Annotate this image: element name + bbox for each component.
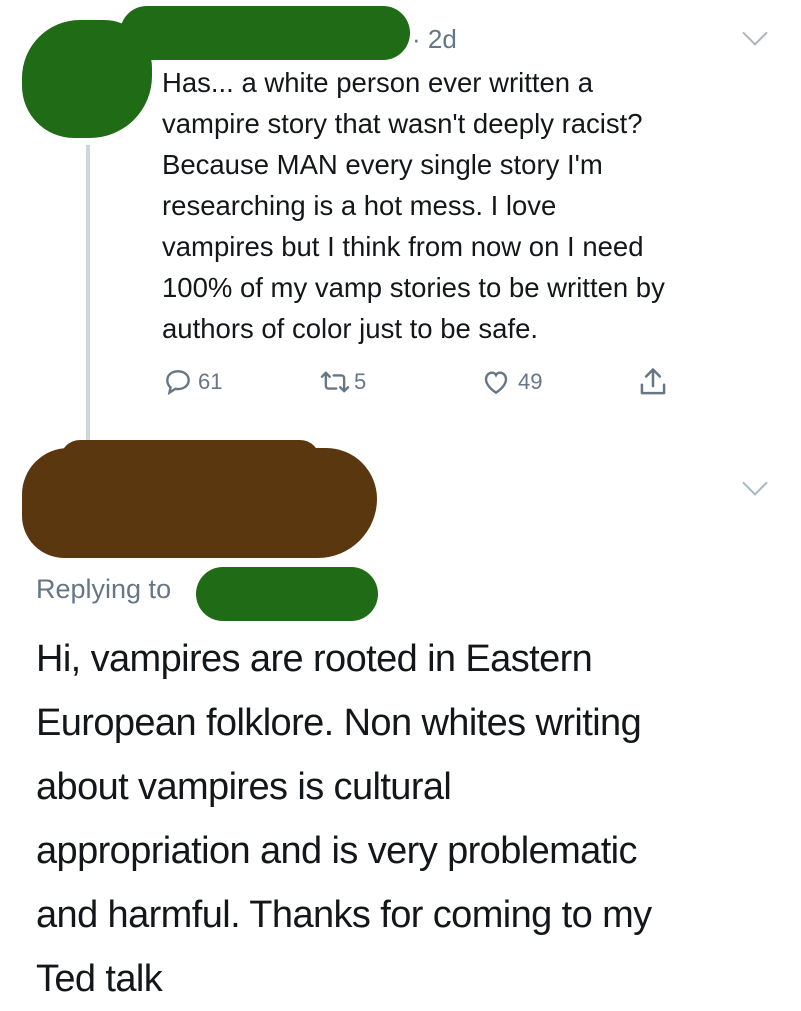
reply-count: 61 [198, 369, 223, 394]
chevron-down-icon[interactable] [742, 20, 768, 46]
reply-author-redacted-extra [60, 440, 320, 480]
replying-to-label: Replying to [36, 574, 172, 604]
username-redacted[interactable] [120, 6, 410, 60]
replying-to-handle-redacted[interactable] [196, 567, 378, 621]
share-icon [636, 364, 670, 400]
retweet-icon [318, 366, 352, 398]
reply-action[interactable]: 61 [162, 366, 222, 398]
reply-body: Hi, vampires are rooted in Eastern Europ… [36, 638, 652, 1000]
share-action[interactable] [636, 364, 670, 400]
like-count: 49 [518, 369, 543, 394]
retweet-count: 5 [354, 369, 367, 394]
tweet-timestamp[interactable]: · 2d [412, 24, 457, 55]
retweet-action[interactable]: 5 [318, 366, 366, 398]
like-icon [480, 366, 512, 398]
chevron-down-icon[interactable] [742, 470, 768, 496]
reply-icon [162, 366, 194, 398]
thread-connector-line [86, 145, 90, 443]
tweet-body: Has... a white person ever written a vam… [162, 67, 665, 344]
like-action[interactable]: 49 [480, 366, 542, 398]
